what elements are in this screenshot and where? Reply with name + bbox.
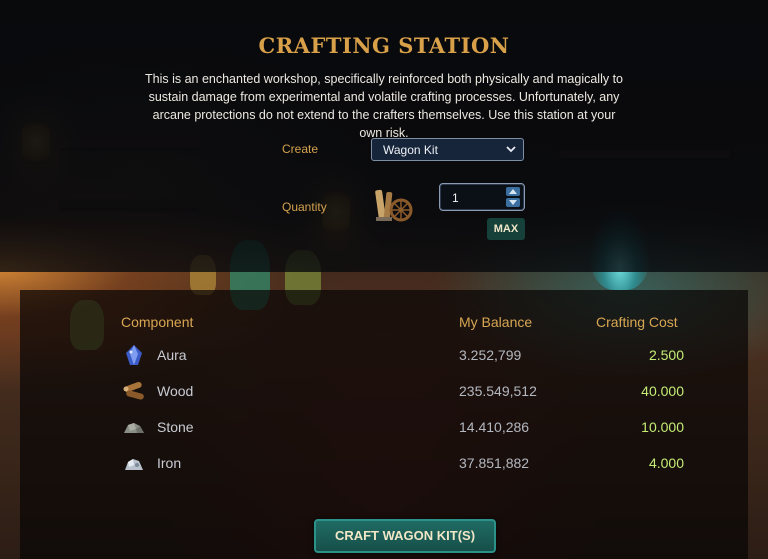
component-cost: 2.500 [648, 347, 684, 363]
max-button[interactable]: MAX [487, 218, 525, 240]
quantity-value: 1 [452, 191, 459, 205]
component-cost: 40.000 [641, 383, 684, 399]
header-cost: Crafting Cost [596, 314, 678, 330]
wagon-kit-icon [375, 189, 413, 222]
wood-icon [123, 381, 144, 400]
stone-icon [124, 423, 144, 433]
craft-button[interactable]: CRAFT WAGON KIT(S) [314, 519, 496, 553]
component-balance: 37.851,882 [459, 455, 530, 471]
station-description: This is an enchanted workshop, specifica… [144, 72, 624, 140]
page-title: CRAFTING STATION [258, 33, 510, 58]
create-select-value: Wagon Kit [383, 143, 438, 157]
header-component: Component [121, 314, 194, 330]
component-balance: 3.252,799 [459, 347, 522, 363]
quantity-label: Quantity [282, 200, 327, 214]
component-name: Aura [157, 347, 187, 363]
component-balance: 14.410,286 [459, 419, 530, 435]
component-name: Wood [157, 383, 194, 399]
aura-icon [126, 345, 142, 365]
increment-arrow-icon[interactable] [506, 187, 520, 196]
quantity-stepper[interactable] [506, 187, 520, 207]
component-name: Stone [157, 419, 194, 435]
quantity-input[interactable]: 1 [439, 183, 525, 211]
decrement-arrow-icon[interactable] [506, 198, 520, 207]
header-balance: My Balance [459, 314, 533, 330]
component-name: Iron [157, 455, 182, 471]
chevron-down-icon [506, 146, 516, 153]
component-balance: 235.549,512 [459, 383, 537, 399]
create-select[interactable]: Wagon Kit [371, 138, 524, 161]
component-cost: 10.000 [641, 419, 684, 435]
create-label: Create [282, 142, 319, 156]
component-cost: 4.000 [648, 455, 684, 471]
iron-icon [125, 459, 143, 470]
